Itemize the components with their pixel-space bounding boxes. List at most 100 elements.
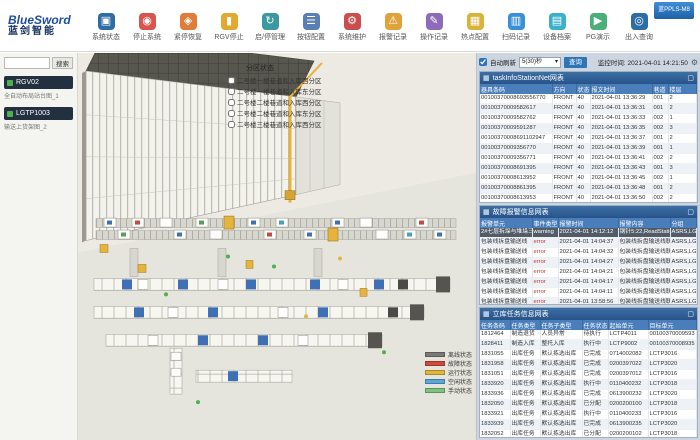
column-header[interactable]: 目标单元	[648, 320, 697, 330]
warehouse-3d-view[interactable]: 分区状态 二号楼一楼巷道和入库西分区二号楼一楼巷道和入库东分区二号楼二楼巷道和入…	[78, 53, 476, 440]
column-header[interactable]: 巷道	[652, 84, 668, 94]
toolbar-button-scan-record[interactable]: ▥扫码记录	[496, 13, 536, 42]
station-table-titlebar[interactable]: ▦ taskInfoStationNet网表 ▢	[480, 72, 697, 84]
expand-icon[interactable]: ▢	[687, 208, 694, 216]
column-header[interactable]: 起始单元	[608, 320, 648, 330]
toolbar-button-hotspot-config[interactable]: ▦热点配置	[455, 13, 495, 42]
search-button[interactable]: 搜索	[52, 57, 73, 69]
cell: 出库任务	[510, 410, 540, 420]
cell: 00100370009356770	[480, 144, 552, 154]
toolbar-button-rgv-stop[interactable]: ▮RGV停止	[209, 13, 249, 42]
cell: 40	[576, 164, 590, 174]
table-row[interactable]: 00100370008861395FRONT402021-04-01 13:36…	[480, 184, 697, 194]
cell: 002	[652, 124, 668, 134]
column-header[interactable]: 任务条码	[480, 320, 510, 330]
legend-label: 离线状态	[448, 350, 472, 359]
zone-option[interactable]: 二号楼三楼巷道和入库西分区	[228, 119, 322, 129]
column-header[interactable]: 状态	[576, 84, 590, 94]
zone-option[interactable]: 二号楼一楼巷道和入库东分区	[228, 86, 322, 96]
column-header[interactable]: 器具条码	[480, 84, 552, 94]
column-header[interactable]: 任务状态	[582, 320, 608, 330]
search-input[interactable]	[4, 57, 50, 69]
zone-checkbox[interactable]	[228, 121, 235, 128]
table-row[interactable]: 包装线拆盘输送线error2021-04-01 14:04:17包装线拆盘输送线…	[480, 278, 697, 288]
table-row[interactable]: 1832052出库任务默认拣选出库已分配0200200102LCTP3018	[480, 430, 697, 439]
table-row[interactable]: 1831051出库任务默认拣选出库已完成0200397012LCTP3016	[480, 370, 697, 380]
table-row[interactable]: 00100370008691102947FRONT402021-04-01 13…	[480, 134, 697, 144]
toolbar-button-inout-query[interactable]: ◎出入查询	[619, 13, 659, 42]
zone-option[interactable]: 二号楼一楼巷道和入库西分区	[228, 75, 322, 85]
table-row[interactable]: 00100370008613953FRONT402021-04-01 13:36…	[480, 194, 697, 204]
table-row[interactable]: 00100370008693556770FRONT402021-04-01 13…	[480, 94, 697, 104]
table-row[interactable]: 00100370009582762FRONT402021-04-01 13:36…	[480, 114, 697, 124]
cell: 00100370009356771	[480, 154, 552, 164]
table-row[interactable]: 00100370009356770FRONT402021-04-01 13:36…	[480, 144, 697, 154]
alarm-table-panel: ▦ 故障报警信息网表 ▢ 报警单元事件类型报警时间报警内容分组2#七层拆垛与堆垛…	[479, 205, 698, 305]
table-row[interactable]: 1833921出库任务默认拣选出库执行中0110400233LCTP3016	[480, 410, 697, 420]
cell: 出库任务	[510, 400, 540, 410]
zone-option[interactable]: 二号楼二楼巷道和入库东分区	[228, 108, 322, 118]
column-header[interactable]: 分组	[670, 218, 697, 228]
column-header[interactable]: 任务类型	[510, 320, 540, 330]
table-row[interactable]: 00100370009591287FRONT402021-04-01 13:36…	[480, 124, 697, 134]
toolbar-button-start-stop-manage[interactable]: ↻启/停管理	[250, 13, 290, 42]
gear-icon[interactable]: ⚙	[691, 58, 698, 67]
table-row[interactable]: 包装线拆盘输送线error2021-04-01 13:58:56包装线拆盘输送线…	[480, 298, 697, 306]
alarm-table-title: 故障报警信息网表	[493, 207, 549, 217]
toolbar-button-operate-record[interactable]: ✎操作记录	[414, 13, 454, 42]
toolbar-button-pg-demo[interactable]: ▶PG演示	[578, 13, 618, 42]
expand-icon[interactable]: ▢	[687, 310, 694, 318]
task-table-titlebar[interactable]: ▦ 立库任务信息网表 ▢	[480, 308, 697, 320]
toolbar-button-alarm-record[interactable]: ⚠报警记录	[373, 13, 413, 42]
table-row[interactable]: 00100370009582617FRONT402021-04-01 13:36…	[480, 104, 697, 114]
zone-checkbox[interactable]	[228, 110, 235, 117]
column-header[interactable]: 楼层	[668, 84, 697, 94]
column-header[interactable]: 报文时间	[590, 84, 652, 94]
table-row[interactable]: 包装线拆盘输送线error2021-04-01 14:04:27包装线拆盘输送线…	[480, 258, 697, 268]
cell: ASRS,LG2	[670, 268, 697, 278]
toolbar-button-device-archive[interactable]: ▤设备档案	[537, 13, 577, 42]
table-row[interactable]: 1831958出库任务默认拣选出库已完成0200397022LCTP3020	[480, 360, 697, 370]
table-row[interactable]: 包装线拆盘输送线error2021-04-01 14:04:21包装线拆盘输送线…	[480, 268, 697, 278]
table-row[interactable]: 包装线拆盘输送线error2021-04-01 14:04:32包装线拆盘输送线…	[480, 248, 697, 258]
auto-refresh-checkbox[interactable]	[479, 58, 487, 66]
alarm-table-titlebar[interactable]: ▦ 故障报警信息网表 ▢	[480, 206, 697, 218]
expand-icon[interactable]: ▢	[687, 74, 694, 82]
table-row[interactable]: 1832050出库任务默认拣选出库已分配0200200100LCTP3018	[480, 400, 697, 410]
cell: 00100370008691395	[480, 164, 552, 174]
refresh-interval-select[interactable]: 5(30)秒 ▾	[519, 57, 561, 68]
toolbar-button-system-maintain[interactable]: ⚙系统维护	[332, 13, 372, 42]
zone-checkbox[interactable]	[228, 88, 235, 95]
column-header[interactable]: 报警单元	[480, 218, 532, 228]
toolbar-button-button-config[interactable]: ☰按钮配置	[291, 13, 331, 42]
device-item[interactable]: LGTP1003	[4, 107, 73, 120]
column-header[interactable]: 方向	[552, 84, 576, 94]
cell: FRONT	[552, 114, 576, 124]
toolbar-button-system-status[interactable]: ▣系统状态	[86, 13, 126, 42]
system-status-icon: ▣	[98, 13, 115, 30]
table-row[interactable]: 1831055出库任务默认拣选出库已完成0714002082LCTP3016	[480, 350, 697, 360]
device-item[interactable]: RGV02	[4, 76, 73, 89]
zone-option[interactable]: 二号楼二楼巷道和入库西分区	[228, 97, 322, 107]
toolbar-button-stop-system[interactable]: ◉停止系统	[127, 13, 167, 42]
table-row[interactable]: 00100370009356771FRONT402021-04-01 13:36…	[480, 154, 697, 164]
table-row[interactable]: 1812464制造退货人员异常待执行LCTP401100100370009593	[480, 330, 697, 340]
table-row[interactable]: 00100370008691395FRONT402021-04-01 13:36…	[480, 164, 697, 174]
zone-checkbox[interactable]	[228, 99, 235, 106]
column-header[interactable]: 报警内容	[618, 218, 670, 228]
column-header[interactable]: 报警时间	[558, 218, 618, 228]
column-header[interactable]: 任务子类型	[540, 320, 582, 330]
table-row[interactable]: 包装线拆盘输送线error2021-04-01 14:04:37包装线拆盘输送线…	[480, 238, 697, 248]
window-preview-badge[interactable]: 蓝PPLS-M8	[654, 2, 694, 19]
table-row[interactable]: 00100370008613952FRONT402021-04-01 13:36…	[480, 174, 697, 184]
table-row[interactable]: 1833920出库任务默认拣选出库执行中0110400232LCTP3018	[480, 380, 697, 390]
table-row[interactable]: 1828411制造入库整托入库执行中LCTP900200100370008935	[480, 340, 697, 350]
table-row[interactable]: 1833936出库任务默认拣选出库已完成0613900232LCTP3020	[480, 390, 697, 400]
table-row[interactable]: 包装线拆盘输送线error2021-04-01 14:04:11包装线拆盘输送线…	[480, 288, 697, 298]
zone-checkbox[interactable]	[228, 77, 235, 84]
table-row[interactable]: 1833939出库任务默认拣选出库已完成0613900235LCTP3020	[480, 420, 697, 430]
query-button[interactable]: 查询	[564, 57, 587, 68]
column-header[interactable]: 事件类型	[532, 218, 558, 228]
table-row[interactable]: 2#七层拆垛与堆垛三联机warning2021-04-01 14:12:12钢针…	[480, 228, 697, 238]
toolbar-button-estop-recover[interactable]: ◈紧停恢复	[168, 13, 208, 42]
